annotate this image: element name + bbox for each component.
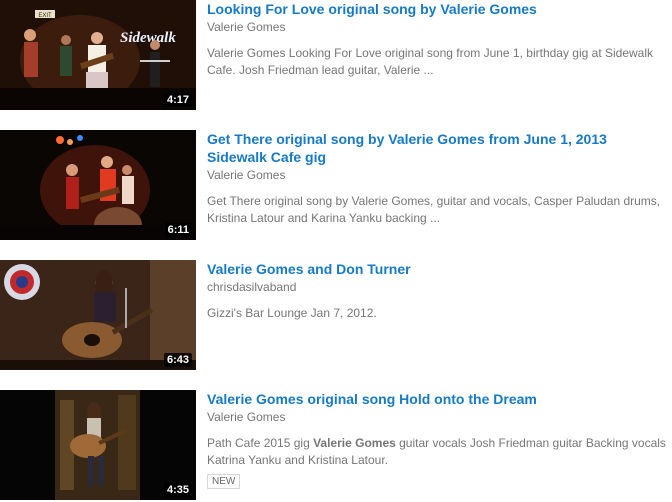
search-result[interactable]: 6:11 Get There original song by Valerie … [0, 130, 672, 242]
video-title-link[interactable]: Valerie Gomes and Don Turner [207, 260, 669, 278]
video-description: Path Cafe 2015 gig Valerie Gomes guitar … [207, 435, 669, 469]
video-thumbnail[interactable]: EXIT Sidewalk 4:17 [0, 0, 196, 110]
video-description: Valerie Gomes Looking For Love original … [207, 46, 654, 77]
search-result[interactable]: 4:35 Valerie Gomes original song Hold on… [0, 390, 672, 502]
description-text: Path Cafe 2015 gig [207, 436, 314, 450]
video-thumbnail[interactable]: 6:11 [0, 130, 196, 240]
channel-name[interactable]: Valerie Gomes [207, 167, 669, 183]
channel-name[interactable]: Valerie Gomes [207, 409, 669, 425]
video-duration: 4:17 [163, 93, 192, 107]
svg-text:EXIT: EXIT [38, 13, 52, 19]
video-description: Get There original song by Valerie Gomes… [207, 194, 661, 225]
description-highlight: Valerie Gomes [313, 436, 396, 450]
video-title-link[interactable]: Get There original song by Valerie Gomes… [207, 130, 669, 166]
svg-text:Sidewalk: Sidewalk [120, 30, 176, 46]
video-duration: 6:43 [163, 353, 192, 367]
video-thumbnail[interactable]: 6:43 [0, 260, 196, 370]
search-result[interactable]: 6:43 Valerie Gomes and Don Turner chrisd… [0, 260, 672, 372]
video-duration: 4:35 [163, 483, 192, 497]
video-title-link[interactable]: Looking For Love original song by Valeri… [207, 0, 669, 18]
channel-name[interactable]: chrisdasilvaband [207, 279, 669, 295]
video-thumbnail[interactable]: 4:35 [0, 390, 196, 500]
video-description: Gizzi's Bar Lounge Jan 7, 2012. [207, 306, 377, 320]
search-result[interactable]: EXIT Sidewalk 4:17 Looking For Love orig… [0, 0, 672, 112]
video-title-link[interactable]: Valerie Gomes original song Hold onto th… [207, 390, 669, 408]
new-badge: NEW [207, 474, 241, 489]
video-duration: 6:11 [164, 223, 192, 237]
channel-name[interactable]: Valerie Gomes [207, 19, 669, 35]
